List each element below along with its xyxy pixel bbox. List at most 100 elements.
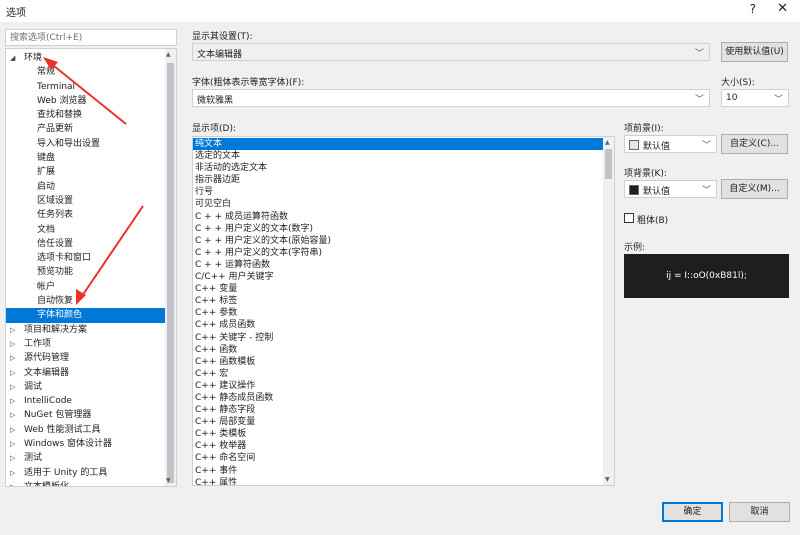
scroll-up-icon[interactable]: ▲ [605, 139, 610, 146]
tree-item[interactable]: Terminal [6, 80, 166, 94]
tree-item[interactable]: ▷ 工作项 [6, 337, 166, 351]
custom-foreground-button[interactable]: 自定义(C)... [721, 134, 788, 154]
display-item[interactable]: C++ 标签 [193, 295, 603, 307]
background-combo[interactable]: 默认值 ﹀ [624, 180, 717, 198]
tree-item[interactable]: 键盘 [6, 151, 166, 165]
display-item[interactable]: C++ 函数 [193, 344, 603, 356]
tree-item[interactable]: 查找和替换 [6, 108, 166, 122]
tree-item[interactable]: ▷ 文本模板化 [6, 480, 166, 486]
sample-preview: ij = I::oO(0xB81l); [624, 254, 789, 298]
collapsed-arrow-icon[interactable]: ▷ [10, 437, 15, 451]
scroll-down-icon[interactable]: ▼ [166, 477, 171, 484]
tree-item[interactable]: Web 浏览器 [6, 94, 166, 108]
collapsed-arrow-icon[interactable]: ▷ [10, 480, 15, 486]
show-settings-combo[interactable]: 文本编辑器 ﹀ [192, 43, 710, 61]
tree-item[interactable]: 常规 [6, 65, 166, 79]
display-item[interactable]: C++ 参数 [193, 307, 603, 319]
collapsed-arrow-icon[interactable]: ▷ [10, 466, 15, 480]
tree-item[interactable]: ▷ 项目和解决方案 [6, 323, 166, 337]
tree-item[interactable]: ▷ 文本编辑器 [6, 366, 166, 380]
tree-item[interactable]: ▷ 测试 [6, 451, 166, 465]
tree-item[interactable]: 区域设置 [6, 194, 166, 208]
collapsed-arrow-icon[interactable]: ▷ [10, 366, 15, 380]
tree-item[interactable]: 信任设置 [6, 237, 166, 251]
tree-item[interactable]: ▷ Windows 窗体设计器 [6, 437, 166, 451]
scroll-down-icon[interactable]: ▼ [605, 476, 610, 483]
display-item[interactable]: C++ 命名空间 [193, 452, 603, 464]
collapsed-arrow-icon[interactable]: ▷ [10, 423, 15, 437]
display-item[interactable]: C + + 用户定义的文本(原始容量) [193, 235, 603, 247]
display-item[interactable]: 纯文本 [193, 138, 603, 151]
tree-item[interactable]: ◢ 环境 [6, 51, 166, 65]
font-combo[interactable]: 微软雅黑 ﹀ [192, 89, 710, 107]
foreground-combo[interactable]: 默认值 ﹀ [624, 135, 717, 153]
tree-item[interactable]: 导入和导出设置 [6, 137, 166, 151]
search-input[interactable] [6, 30, 176, 45]
display-item[interactable]: C + + 用户定义的文本(数字) [193, 223, 603, 235]
display-item[interactable]: C++ 枚举器 [193, 440, 603, 452]
display-item[interactable]: 非活动的选定文本 [193, 162, 603, 174]
display-item[interactable]: C/C++ 用户关键字 [193, 271, 603, 283]
background-label: 项背景(K): [624, 169, 667, 179]
background-value: 默认值 [643, 187, 671, 197]
tree-item-label: 字体和颜色 [37, 310, 83, 321]
tree-scrollbar[interactable]: ▲ ▼ [165, 49, 176, 486]
display-item[interactable]: C++ 静态字段 [193, 404, 603, 416]
tree-item[interactable]: ▷ NuGet 包管理器 [6, 408, 166, 422]
display-item[interactable]: 行号 [193, 186, 603, 198]
display-item[interactable]: C++ 建议操作 [193, 380, 603, 392]
tree-item[interactable]: ▷ 调试 [6, 380, 166, 394]
tree-item[interactable]: ▷ 适用于 Unity 的工具 [6, 466, 166, 480]
collapsed-arrow-icon[interactable]: ▷ [10, 351, 15, 365]
display-item[interactable]: C++ 关键字 - 控制 [193, 332, 603, 344]
help-button[interactable]: ? [750, 2, 756, 16]
tree-item[interactable]: 产品更新 [6, 122, 166, 136]
tree-scroll-thumb[interactable] [167, 63, 174, 483]
display-item[interactable]: 可见空白 [193, 198, 603, 210]
tree-item[interactable]: 任务列表 [6, 208, 166, 222]
items-scrollbar[interactable]: ▲ ▼ [603, 137, 614, 485]
close-button[interactable]: ✕ [777, 1, 788, 16]
ok-button[interactable]: 确定 [662, 502, 723, 522]
display-item[interactable]: C++ 静态成员函数 [193, 392, 603, 404]
tree-item[interactable]: 帐户 [6, 280, 166, 294]
tree-item[interactable]: 字体和颜色 [6, 308, 166, 323]
display-item[interactable]: C++ 宏 [193, 368, 603, 380]
tree-item[interactable]: ▷ 源代码管理 [6, 351, 166, 365]
collapsed-arrow-icon[interactable]: ▷ [10, 451, 15, 465]
tree-item-label: 任务列表 [37, 210, 74, 221]
display-item[interactable]: C++ 类模板 [193, 428, 603, 440]
collapsed-arrow-icon[interactable]: ▷ [10, 323, 15, 337]
collapsed-arrow-icon[interactable]: ▷ [10, 408, 15, 422]
display-item[interactable]: C + + 成员运算符函数 [193, 211, 603, 223]
tree-item[interactable]: 启动 [6, 180, 166, 194]
display-item[interactable]: C++ 局部变量 [193, 416, 603, 428]
use-default-button[interactable]: 使用默认值(U) [721, 42, 788, 62]
display-item[interactable]: C++ 变量 [193, 283, 603, 295]
tree-item[interactable]: 文档 [6, 223, 166, 237]
cancel-button[interactable]: 取消 [729, 502, 790, 522]
scroll-up-icon[interactable]: ▲ [166, 51, 171, 58]
tree-item[interactable]: 预览功能 [6, 265, 166, 279]
display-item[interactable]: 指示器边距 [193, 174, 603, 186]
display-item[interactable]: C + + 运算符函数 [193, 259, 603, 271]
display-item[interactable]: C++ 成员函数 [193, 319, 603, 331]
size-combo[interactable]: 10 ﹀ [721, 89, 789, 107]
collapsed-arrow-icon[interactable]: ▷ [10, 394, 15, 408]
display-item[interactable]: C + + 用户定义的文本(字符串) [193, 247, 603, 259]
collapsed-arrow-icon[interactable]: ▷ [10, 380, 15, 394]
tree-item[interactable]: ▷ Web 性能测试工具 [6, 423, 166, 437]
custom-background-button[interactable]: 自定义(M)... [721, 179, 788, 199]
expanded-arrow-icon[interactable]: ◢ [10, 51, 15, 65]
bold-checkbox[interactable] [624, 213, 634, 223]
collapsed-arrow-icon[interactable]: ▷ [10, 337, 15, 351]
display-item[interactable]: C++ 属性 [193, 477, 603, 485]
tree-item[interactable]: 选项卡和窗口 [6, 251, 166, 265]
tree-item[interactable]: 扩展 [6, 165, 166, 179]
display-item[interactable]: 选定的文本 [193, 150, 603, 162]
tree-item[interactable]: ▷ IntelliCode [6, 394, 166, 408]
display-item[interactable]: C++ 函数模板 [193, 356, 603, 368]
items-scroll-thumb[interactable] [605, 149, 612, 179]
display-item[interactable]: C++ 事件 [193, 465, 603, 477]
tree-item[interactable]: 自动恢复 [6, 294, 166, 308]
